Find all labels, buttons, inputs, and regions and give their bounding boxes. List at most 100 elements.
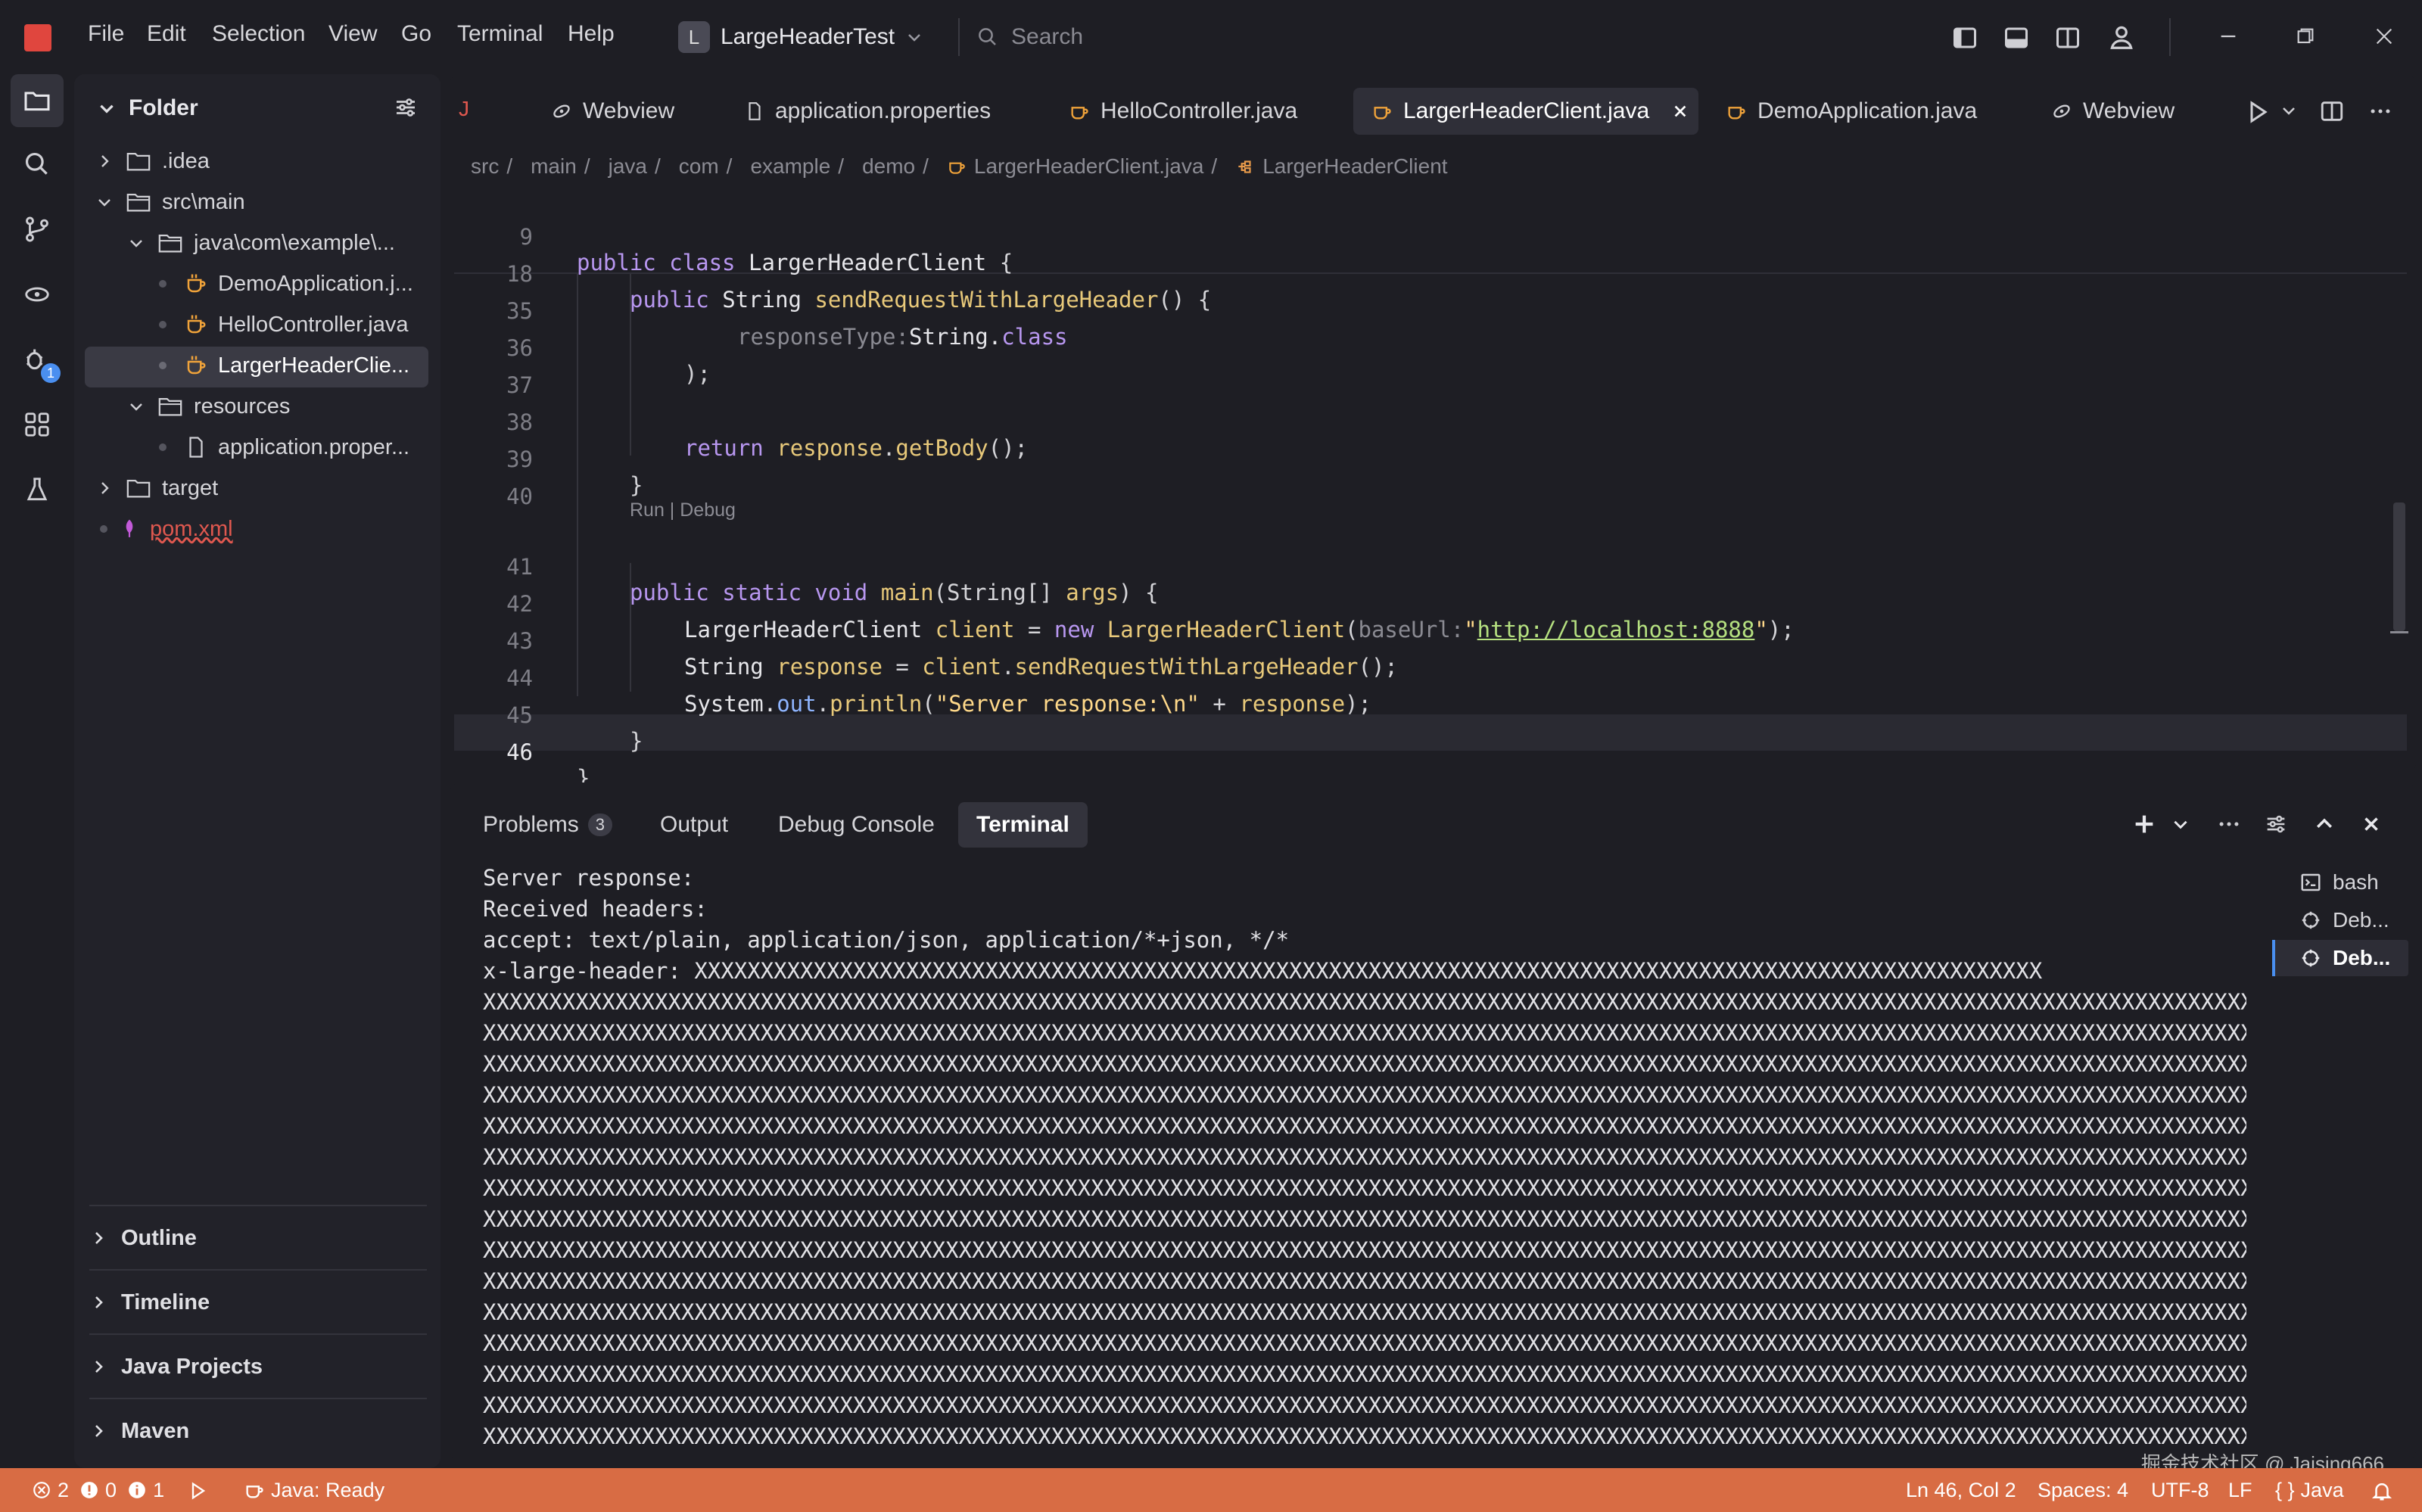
code-line[interactable]: 39 } (454, 421, 2407, 498)
tree-item-pom-xml[interactable]: pom.xml (95, 509, 233, 549)
tree-item-java-package[interactable]: java\com\example\... (127, 222, 395, 263)
encoding-status[interactable]: UTF-8 (2151, 1468, 2209, 1512)
menu-selection[interactable]: Selection (212, 21, 305, 47)
tab-webview-1[interactable]: Webview (542, 88, 683, 135)
code-line[interactable]: 42 LargerHeaderClient client = new Large… (454, 565, 2407, 642)
tree-item-demo-application[interactable]: DemoApplication.j... (159, 263, 413, 304)
source-control-button[interactable] (11, 203, 64, 256)
search-view-button[interactable] (11, 138, 64, 191)
restore-icon[interactable] (2293, 24, 2318, 48)
search-box[interactable]: Search (976, 17, 1400, 58)
tab-hello-controller[interactable]: HelloController.java (1060, 88, 1306, 135)
testing-button[interactable] (11, 463, 64, 516)
tab-problems[interactable]: Problems 3 (483, 802, 612, 848)
menu-help[interactable]: Help (568, 21, 615, 47)
tree-item-hello-controller[interactable]: HelloController.java (159, 304, 408, 345)
code-line[interactable]: 45 } (454, 677, 2407, 754)
remote-explorer-button[interactable] (11, 268, 64, 321)
toggle-secondary-sidebar-icon[interactable] (2054, 24, 2081, 51)
code-line[interactable]: 35 responseType:String.class (454, 272, 2407, 350)
maven-section-header[interactable]: Maven (89, 1398, 427, 1463)
extensions-button[interactable] (11, 398, 64, 451)
code-line[interactable]: 40 (454, 458, 2407, 509)
menu-terminal[interactable]: Terminal (457, 21, 543, 47)
code-line[interactable]: 37 (454, 347, 2407, 398)
tab-application-properties[interactable]: application.properties (736, 88, 1000, 135)
more-actions-icon[interactable] (2216, 811, 2242, 837)
more-actions-icon[interactable] (2368, 98, 2393, 124)
tab-demo-application[interactable]: DemoApplication.java (1717, 88, 1986, 135)
breadcrumb-item[interactable]: main (531, 154, 577, 179)
breadcrumb-item[interactable]: LargerHeaderClient.java (974, 154, 1204, 179)
eol-status[interactable]: LF (2228, 1468, 2252, 1512)
chevron-down-icon[interactable] (97, 98, 117, 118)
close-panel-icon[interactable] (2360, 813, 2383, 835)
java-projects-section-header[interactable]: Java Projects (89, 1333, 427, 1398)
tab-webview-2[interactable]: Webview (2042, 88, 2184, 135)
tree-item-larger-header-client[interactable]: LargerHeaderClie... (159, 345, 409, 386)
tab-larger-header-client[interactable]: LargerHeaderClient.java (1353, 88, 1698, 135)
breadcrumb-item[interactable]: src (471, 154, 499, 179)
close-tab-icon[interactable] (1672, 103, 1689, 120)
tree-item-resources[interactable]: resources (127, 386, 290, 427)
code-line[interactable]: 9 public class LargerHeaderClient { (454, 198, 2407, 275)
indentation-status[interactable]: Spaces: 4 (2038, 1468, 2128, 1512)
chevron-down-icon[interactable] (2280, 101, 2298, 120)
breadcrumb-item[interactable]: demo (862, 154, 915, 179)
menu-file[interactable]: File (88, 21, 124, 47)
terminal-list-item-debug-1[interactable]: Deb... (2272, 902, 2408, 938)
account-icon[interactable] (2107, 23, 2136, 51)
tab-terminal[interactable]: Terminal (958, 802, 1088, 848)
run-debug-button[interactable]: 1 (11, 333, 64, 386)
codelens-run-debug[interactable]: Run | Debug (630, 499, 736, 521)
code-line[interactable]: 36 ); (454, 310, 2407, 387)
minimize-icon[interactable] (2216, 24, 2240, 48)
run-debug-dropdown-icon[interactable] (2245, 98, 2272, 126)
tab-debug-console[interactable]: Debug Console (778, 802, 935, 848)
maximize-panel-icon[interactable] (2313, 813, 2336, 835)
code-line[interactable]: 44 System.out.println("Server response:\… (454, 639, 2407, 717)
breadcrumb-item[interactable]: java (609, 154, 647, 179)
code-line[interactable]: 43 String response = client.sendRequestW… (454, 602, 2407, 680)
breadcrumb-item[interactable]: LargerHeaderClient (1262, 154, 1447, 179)
code-line[interactable]: 46 } (454, 714, 2407, 791)
sidebar-settings-icon[interactable] (392, 94, 419, 121)
tree-item-idea[interactable]: .idea (95, 141, 210, 182)
chevron-down-icon[interactable] (2171, 814, 2190, 834)
menu-edit[interactable]: Edit (147, 21, 186, 47)
panel-settings-icon[interactable] (2263, 811, 2289, 837)
toggle-panel-icon[interactable] (2003, 24, 2030, 51)
menu-go[interactable]: Go (401, 21, 431, 47)
language-mode[interactable]: { } Java (2275, 1468, 2344, 1512)
project-switcher[interactable]: L LargeHeaderTest (678, 20, 923, 54)
tree-item-src-main[interactable]: src\main (95, 182, 245, 222)
timeline-section-header[interactable]: Timeline (89, 1269, 427, 1334)
editor-scrollbar-thumb[interactable] (2393, 502, 2405, 631)
problems-status[interactable]: 2 0 1 (32, 1468, 164, 1512)
cursor-position[interactable]: Ln 46, Col 2 (1906, 1468, 2016, 1512)
terminal-output[interactable]: Server response: Received headers: accept:… (483, 863, 2246, 1453)
terminal-list-item-bash[interactable]: bash (2272, 864, 2408, 901)
menu-view[interactable]: View (328, 21, 377, 47)
tab-overflow-fragment[interactable]: J (459, 97, 469, 121)
code-line[interactable]: 18 public String sendRequestWithLargeHea… (454, 235, 2407, 313)
tree-item-target[interactable]: target (95, 468, 218, 509)
notifications-bell-icon[interactable] (2371, 1479, 2393, 1502)
breadcrumb-item[interactable]: com (679, 154, 719, 179)
code-line[interactable]: 41 public static void main(String[] args… (454, 528, 2407, 605)
split-editor-icon[interactable] (2319, 98, 2345, 124)
tab-label: DemoApplication.java (1757, 98, 1978, 123)
tree-item-application-properties[interactable]: application.proper... (159, 427, 409, 468)
tab-output[interactable]: Output (660, 802, 728, 848)
outline-section-header[interactable]: Outline (89, 1205, 427, 1270)
run-debug-status-icon[interactable] (188, 1480, 209, 1501)
explorer-button[interactable] (11, 74, 64, 127)
new-terminal-icon[interactable] (2131, 811, 2157, 837)
file-icon (749, 102, 761, 120)
code-line[interactable]: 38 return response.getBody(); (454, 384, 2407, 461)
breadcrumb-item[interactable]: example (750, 154, 830, 179)
java-status[interactable]: Java: Ready (244, 1468, 384, 1512)
toggle-primary-sidebar-icon[interactable] (1951, 24, 1978, 51)
close-window-icon[interactable] (2372, 24, 2396, 48)
terminal-list-item-debug-2[interactable]: Deb... (2272, 940, 2408, 976)
